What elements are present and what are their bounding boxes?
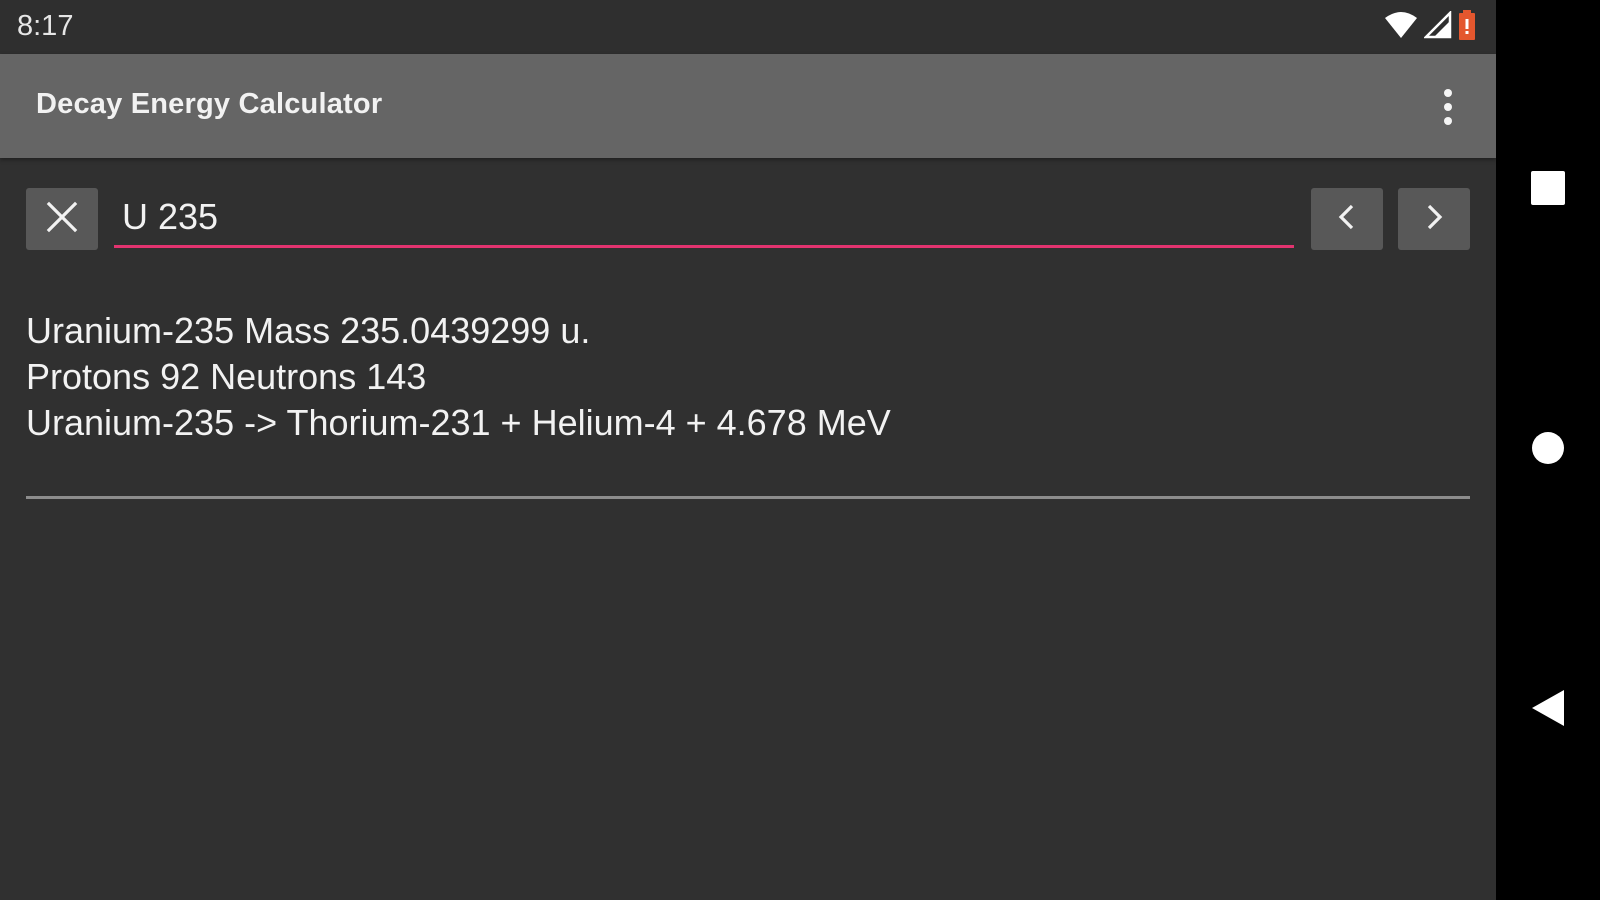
- wifi-icon: [1384, 11, 1418, 44]
- cellular-signal-icon: [1422, 9, 1452, 44]
- status-bar: 8:17: [0, 0, 1496, 54]
- navigation-bar: [1496, 0, 1600, 900]
- nucleon-line: Protons 92 Neutrons 143: [26, 356, 427, 397]
- search-field-container: [114, 188, 1296, 250]
- clear-button[interactable]: [26, 188, 98, 250]
- more-vert-icon-dot: [1444, 103, 1452, 111]
- app-bar: Decay Energy Calculator: [0, 54, 1496, 158]
- back-icon: [1530, 688, 1566, 733]
- recents-icon: [1530, 170, 1566, 211]
- status-time: 8:17: [17, 10, 74, 42]
- close-icon: [46, 201, 78, 238]
- app-title: Decay Energy Calculator: [36, 88, 383, 120]
- home-button[interactable]: [1518, 420, 1578, 480]
- more-vert-icon-dot: [1444, 117, 1452, 125]
- battery-low-icon: [1458, 9, 1476, 45]
- back-button[interactable]: [1518, 680, 1578, 740]
- result-divider: [26, 496, 1470, 499]
- recents-button[interactable]: [1518, 160, 1578, 220]
- decay-result: Uranium-235 Mass 235.0439299 u. Protons …: [26, 308, 891, 446]
- decay-equation-line: Uranium-235 -> Thorium-231 + Helium-4 + …: [26, 402, 891, 443]
- more-options-button[interactable]: [1428, 84, 1468, 130]
- next-button[interactable]: [1398, 188, 1470, 250]
- status-icons: [1384, 9, 1476, 45]
- app-screen: 8:17 Decay Energy Calculator U 235 Urani…: [0, 0, 1496, 900]
- more-vert-icon: [1444, 89, 1452, 97]
- chevron-left-icon: [1335, 203, 1359, 236]
- chevron-right-icon: [1422, 203, 1446, 236]
- home-icon: [1530, 430, 1566, 471]
- mass-line: Uranium-235 Mass 235.0439299 u.: [26, 310, 591, 351]
- isotope-search-input[interactable]: [114, 188, 1294, 248]
- previous-button[interactable]: [1311, 188, 1383, 250]
